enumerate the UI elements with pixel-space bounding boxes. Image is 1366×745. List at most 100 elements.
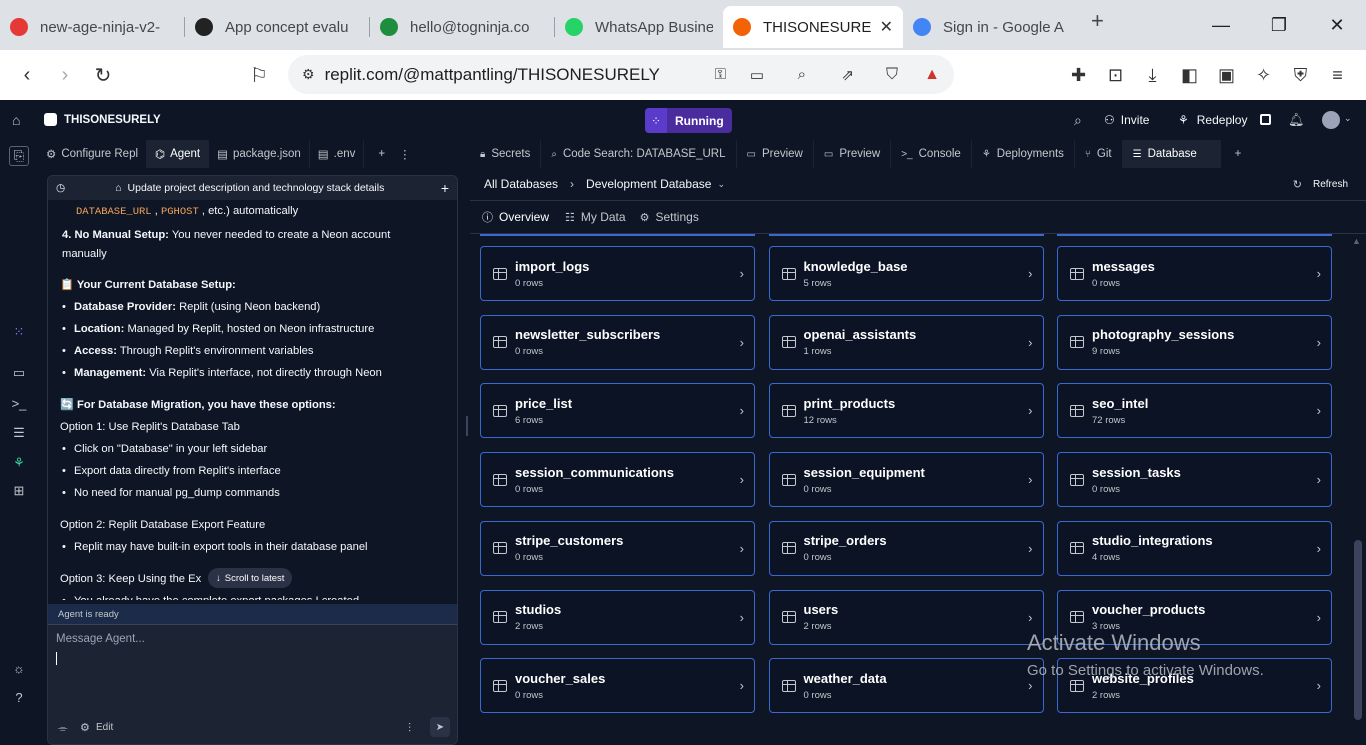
chevron-down-icon[interactable]: ⌄ — [717, 179, 725, 190]
tab-code-search-database-url[interactable]: ⌕ Code Search: DATABASE_URL — [541, 140, 737, 168]
scrollbar-thumb[interactable] — [1354, 540, 1362, 720]
invite-button[interactable]: ⚇ Invite — [1104, 113, 1149, 127]
console-icon[interactable]: >_ — [9, 393, 29, 413]
tab-env[interactable]: ▤ .env — [310, 140, 365, 168]
browser-tab[interactable]: App concept evalu — [185, 6, 369, 48]
tab-overview[interactable]: Overview — [499, 210, 549, 224]
file-tree-icon[interactable]: ⎘ — [9, 146, 29, 166]
apps-icon[interactable]: ⊞ — [9, 481, 29, 501]
url-text[interactable]: replit.com/@mattpantling/THISONESURELY — [325, 65, 660, 85]
attach-icon[interactable]: ⌯ — [58, 721, 68, 736]
table-card[interactable]: photography_sessions 9 rows › — [1057, 314, 1332, 370]
table-card[interactable]: openai_assistants 1 rows › — [768, 314, 1044, 370]
scrollbar[interactable]: ▲ — [1352, 236, 1362, 730]
table-card[interactable]: stripe_customers 0 rows › — [480, 520, 755, 576]
maximize-icon[interactable]: ❐ — [1250, 0, 1308, 50]
add-tab-icon[interactable]: + — [378, 148, 385, 160]
tab-git[interactable]: ⑂ Git — [1075, 140, 1123, 168]
brave-shield-icon[interactable]: ⛉ — [886, 66, 898, 84]
wallet-icon[interactable]: ▣ — [1208, 65, 1245, 86]
breadcrumb-current-database[interactable]: Development Database — [586, 177, 711, 191]
reading-icon[interactable]: ⊡ — [1097, 65, 1134, 86]
browser-tab[interactable]: THISONESUREL ✕ — [723, 6, 903, 48]
table-card[interactable]: import_logs 0 rows › — [480, 246, 755, 301]
table-card[interactable]: users 2 rows › — [768, 589, 1044, 645]
table-card[interactable]: stripe_orders 0 rows › — [768, 520, 1044, 576]
tab-preview[interactable]: ▭ Preview — [737, 140, 814, 168]
search-icon[interactable]: ⌕ — [1074, 112, 1082, 129]
send-button[interactable]: ➤ — [430, 717, 450, 737]
help-icon[interactable]: ? — [9, 687, 29, 707]
scroll-up-icon[interactable]: ▲ — [1352, 236, 1361, 246]
table-card[interactable]: studio_integrations 4 rows › — [1057, 520, 1332, 576]
project-name[interactable]: THISONESURELY — [64, 114, 161, 126]
workspace-tools-icon[interactable]: ⁙ — [9, 322, 29, 342]
close-icon[interactable]: ✕ — [880, 17, 893, 37]
menu-icon[interactable]: ≡ — [1319, 65, 1356, 86]
close-window-icon[interactable]: ✕ — [1308, 0, 1366, 50]
table-card[interactable]: price_list 6 rows › — [480, 383, 755, 439]
more-icon[interactable]: ⋮ — [399, 147, 411, 161]
browser-tab[interactable]: WhatsApp Busines — [555, 6, 723, 48]
address-bar[interactable]: ⚙ replit.com/@mattpantling/THISONESURELY… — [288, 55, 954, 94]
avatar[interactable] — [1322, 111, 1340, 129]
table-card[interactable]: session_communications 0 rows › — [480, 452, 755, 508]
new-chat-icon[interactable]: + — [441, 180, 449, 196]
tab-my-data[interactable]: My Data — [581, 210, 626, 224]
tab-secrets[interactable]: 🔒︎ Secrets — [470, 140, 542, 168]
table-card[interactable]: print_products 12 rows › — [768, 383, 1044, 439]
table-card[interactable]: newsletter_subscribers 0 rows › — [480, 314, 755, 370]
settings-sliders-icon[interactable]: ⫶ — [408, 721, 411, 736]
back-icon[interactable]: ‹ — [8, 64, 46, 87]
preview-icon[interactable]: ▭ — [9, 363, 29, 383]
tab-console[interactable]: >_ Console — [891, 140, 972, 168]
forward-icon[interactable]: › — [46, 64, 84, 87]
tab-deployments[interactable]: ⚘ Deployments — [972, 140, 1075, 168]
share-icon[interactable]: ⇗ — [841, 66, 854, 84]
breadcrumb-all-databases[interactable]: All Databases — [484, 177, 558, 191]
deploy-status-icon[interactable] — [1260, 114, 1271, 125]
table-card[interactable]: seo_intel 72 rows › — [1057, 383, 1332, 439]
refresh-icon[interactable]: ↻ — [1293, 178, 1302, 191]
bell-icon[interactable]: 🔔︎ — [1288, 112, 1305, 128]
home-icon[interactable]: ⌂ — [12, 112, 20, 128]
table-card[interactable]: session_equipment 0 rows › — [768, 452, 1044, 508]
brave-rewards-icon[interactable]: ▲ — [924, 66, 940, 84]
table-card[interactable]: studios 2 rows › — [480, 589, 755, 645]
chevron-down-icon[interactable]: ⌄ — [1344, 113, 1352, 124]
table-card[interactable]: knowledge_base 5 rows › — [768, 246, 1044, 301]
download-icon[interactable]: ⤓ — [1134, 65, 1171, 86]
extensions-icon[interactable]: ✚ — [1060, 65, 1097, 86]
browser-tab[interactable]: hello@togninja.co — [370, 6, 554, 48]
scroll-to-latest-button[interactable]: ↓ Scroll to latest — [208, 568, 293, 588]
tab-database[interactable]: ☰ Database — [1122, 140, 1221, 168]
browser-tab[interactable]: new-age-ninja-v2- — [0, 6, 184, 48]
minimize-icon[interactable]: — — [1192, 0, 1250, 50]
table-card[interactable]: voucher_sales 0 rows › — [480, 658, 755, 714]
new-tab-icon[interactable]: + — [1091, 8, 1104, 34]
redeploy-button[interactable]: ⚘ Redeploy — [1178, 113, 1247, 127]
tab-package-json[interactable]: ▤ package.json — [209, 140, 310, 168]
tab-configure-repl[interactable]: ⚙ Configure Repl — [38, 140, 148, 168]
add-tab-icon[interactable]: + — [1235, 148, 1242, 160]
key-icon[interactable]: ⚿ — [715, 66, 726, 83]
deployments-icon[interactable]: ⚘ — [9, 453, 29, 473]
table-card[interactable]: session_tasks 0 rows › — [1057, 452, 1332, 508]
table-card[interactable]: weather_data 0 rows › — [768, 658, 1044, 714]
message-input[interactable]: Message Agent... — [56, 633, 457, 645]
edit-icon[interactable]: ⚙ — [80, 721, 90, 734]
site-settings-icon[interactable]: ⚙ — [302, 66, 315, 83]
table-card[interactable]: messages 0 rows › — [1057, 246, 1332, 301]
tab-preview[interactable]: ▭ Preview — [814, 140, 892, 168]
install-icon[interactable]: ▭ — [750, 66, 764, 84]
reload-icon[interactable]: ↻ — [84, 63, 122, 88]
tab-agent[interactable]: ⌬ Agent — [147, 140, 210, 168]
browser-tab[interactable]: Sign in - Google A — [903, 6, 1075, 48]
edit-label[interactable]: Edit — [96, 722, 113, 733]
database-icon[interactable]: ☰ — [9, 423, 29, 443]
bookmark-icon[interactable]: ⚐ — [240, 63, 278, 88]
history-icon[interactable]: ◷ — [56, 182, 65, 194]
theme-icon[interactable]: ☼ — [9, 658, 29, 678]
vpn-icon[interactable]: ⛨ — [1282, 65, 1319, 86]
sidebar-icon[interactable]: ◧ — [1171, 65, 1208, 86]
